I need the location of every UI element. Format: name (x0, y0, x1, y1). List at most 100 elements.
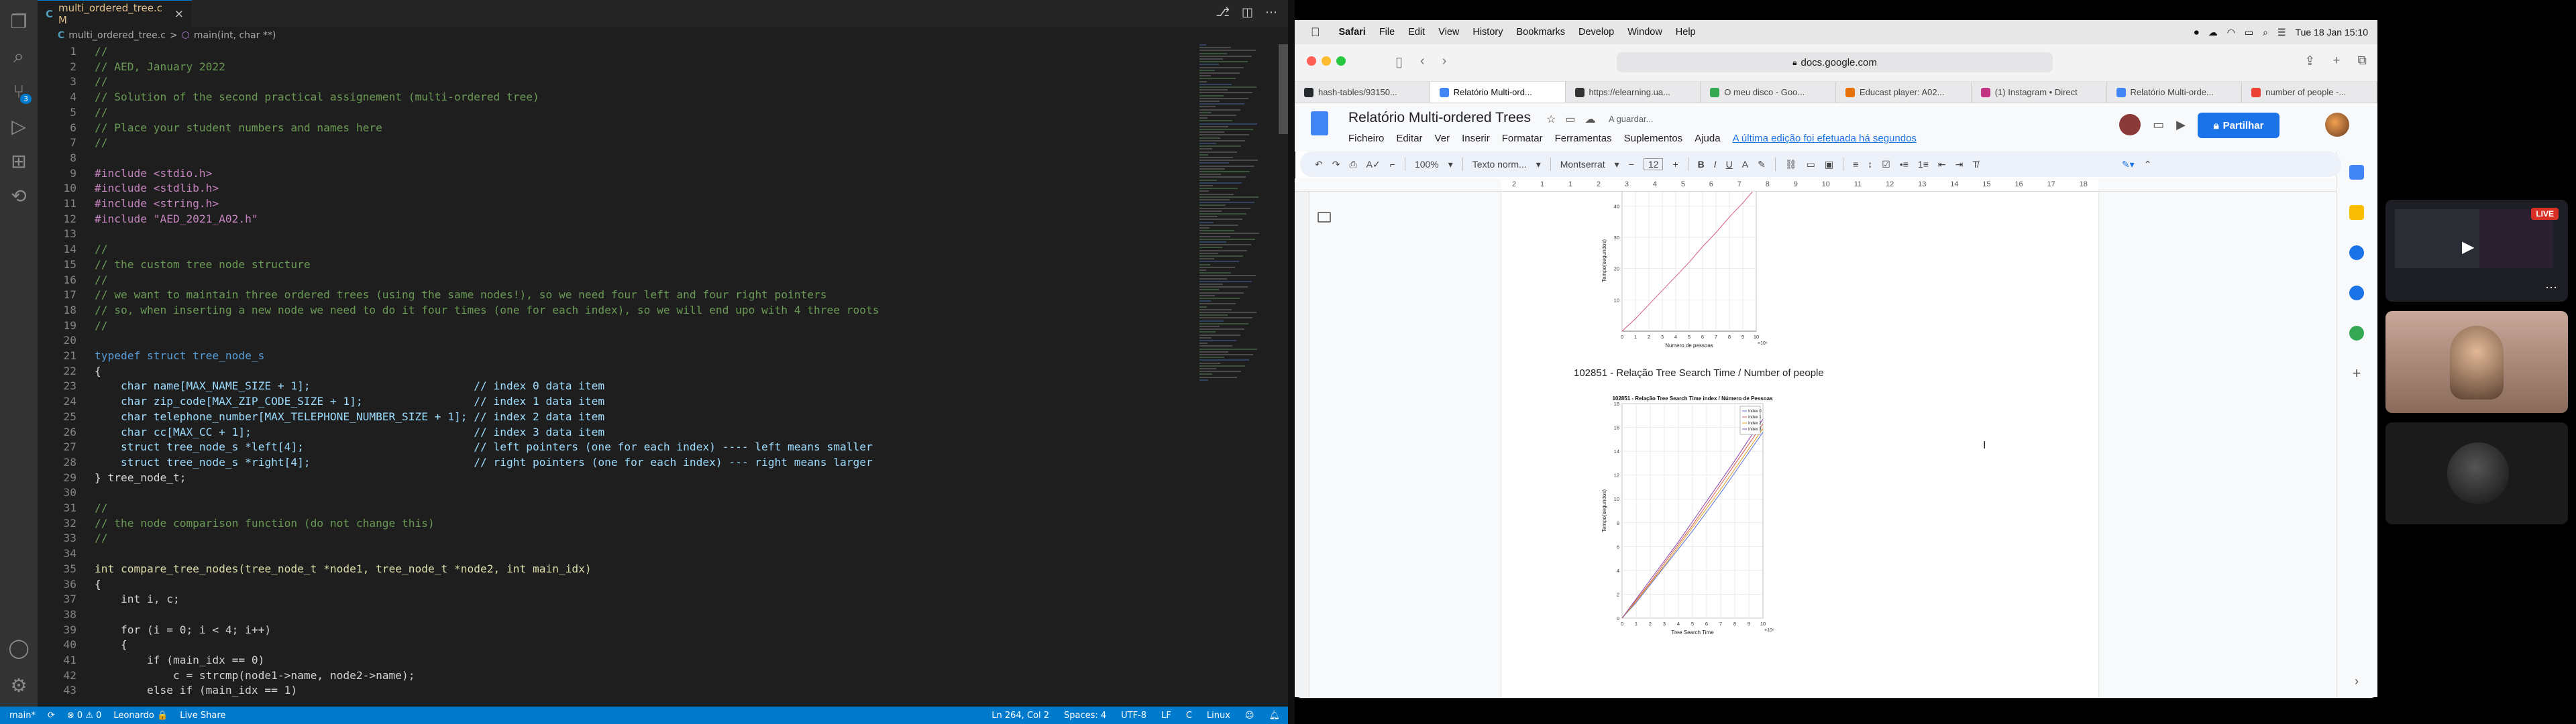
menu-file[interactable]: File (1373, 27, 1401, 38)
code-line[interactable]: char zip_code[MAX_ZIP_CODE_SIZE + 1]; //… (95, 394, 604, 410)
search-icon[interactable]: ⌕ (0, 38, 38, 75)
italic-icon[interactable]: I (1714, 159, 1717, 170)
more-icon[interactable]: ⋯ (2545, 281, 2557, 295)
print-icon[interactable]: ⎙ (1349, 159, 1356, 170)
code-line[interactable]: int compare_tree_nodes(tree_node_t *node… (95, 562, 592, 577)
last-edit-link[interactable]: A última edição foi efetuada há segundos (1733, 133, 1917, 144)
split-editor-icon[interactable]: ◫ (1242, 5, 1253, 19)
decrease-indent-icon[interactable]: ⇤ (1938, 159, 1946, 170)
code-line[interactable]: { (95, 638, 127, 653)
clear-format-icon[interactable]: T̸ (1972, 159, 1978, 170)
cloud-status-icon[interactable]: ☁ (1585, 113, 1595, 126)
code-line[interactable]: else if (main_idx == 1) (95, 683, 297, 699)
breadcrumb-symbol[interactable]: main(int, char **) (194, 30, 276, 41)
code-line[interactable]: // (95, 105, 108, 121)
branch-icon[interactable]: ⎇ (1216, 5, 1230, 19)
menu-bookmarks[interactable]: Bookmarks (1509, 27, 1572, 38)
settings-icon[interactable]: ⚙ (0, 666, 38, 704)
collaborator-avatar[interactable] (2119, 114, 2141, 135)
user-avatar[interactable] (2325, 113, 2349, 137)
style-select[interactable]: Texto norm... (1472, 159, 1527, 170)
safari-tab[interactable]: O meu disco - Goo... (1701, 82, 1836, 103)
code-line[interactable]: // (95, 44, 108, 60)
menu-suplementos[interactable]: Suplementos (1624, 133, 1683, 144)
menu-ajuda[interactable]: Ajuda (1695, 133, 1720, 144)
align-icon[interactable]: ≡ (1853, 159, 1858, 170)
status-language[interactable]: C (1186, 711, 1192, 721)
close-icon[interactable]: × (174, 7, 184, 21)
menu-ver[interactable]: Ver (1435, 133, 1450, 144)
highlight-icon[interactable]: ✎ (1758, 159, 1766, 170)
code-line[interactable]: struct tree_node_s *right[4]; // right p… (95, 455, 873, 471)
code-line[interactable]: // (95, 501, 108, 516)
clock[interactable]: Tue 18 Jan 15:10 (2296, 27, 2368, 38)
account-icon[interactable]: ◯ (0, 629, 38, 666)
status-encoding[interactable]: UTF-8 (1121, 711, 1146, 721)
undo-icon[interactable]: ↶ (1315, 159, 1323, 170)
menu-history[interactable]: History (1466, 27, 1509, 38)
code-line[interactable]: // AED, January 2022 (95, 60, 225, 75)
code-line[interactable]: // the node comparison function (do not … (95, 516, 435, 532)
insert-comment-icon[interactable]: ▭ (1807, 159, 1815, 170)
comment-icon[interactable]: ▭ (2153, 118, 2164, 132)
code-line[interactable]: // we want to maintain three ordered tre… (95, 288, 827, 303)
apple-icon[interactable]:  (1295, 25, 1332, 40)
safari-tab[interactable]: Educast player: A02... (1836, 82, 1972, 103)
menu-ferramentas[interactable]: Ferramentas (1555, 133, 1612, 144)
code-line[interactable]: // (95, 242, 108, 257)
code-line[interactable]: // (95, 273, 108, 288)
code-line[interactable]: char name[MAX_NAME_SIZE + 1]; // index 0… (95, 379, 604, 394)
bullet-list-icon[interactable]: •≡ (1900, 159, 1909, 170)
code-line[interactable]: typedef struct tree_node_s (95, 349, 264, 364)
code-line[interactable]: { (95, 577, 101, 593)
menu-inserir[interactable]: Inserir (1462, 133, 1490, 144)
status-os[interactable]: Linux (1207, 711, 1230, 721)
menu-formatar[interactable]: Formatar (1502, 133, 1543, 144)
safari-tab[interactable]: Relatório Multi-orde... (2107, 82, 2243, 103)
safari-tab[interactable]: number of people -... (2242, 82, 2377, 103)
font-size-increase[interactable]: + (1672, 159, 1678, 170)
code-line[interactable]: // (95, 74, 108, 90)
minimap[interactable] (1194, 44, 1279, 406)
font-size-input[interactable]: 12 (1643, 158, 1664, 170)
code-line[interactable]: // Solution of the second practical assi… (95, 90, 539, 105)
doc-page[interactable]: 0 1 2 3 4 5 6 7 8 9 10 10 20 30 40 ×10⁶ Numero de pessoa… (1501, 192, 2098, 697)
share-button[interactable]: 🔒︎ Partilhar (2198, 113, 2279, 138)
bold-icon[interactable]: B (1698, 159, 1705, 170)
safari-tab[interactable]: https://elearning.ua... (1566, 82, 1701, 103)
code-line[interactable]: #include "AED_2021_A02.h" (95, 212, 258, 227)
wifi-icon[interactable]: ◠ (2227, 27, 2235, 38)
screen-share-tile[interactable]: LIVE ▶ ⋯ (2385, 200, 2568, 302)
code-line[interactable]: // (95, 135, 108, 151)
editing-mode-icon[interactable]: ✎▾ (2122, 159, 2135, 170)
code-line[interactable]: for (i = 0; i < 4; i++) (95, 623, 271, 638)
doc-title[interactable]: Relatório Multi-ordered Trees (1348, 110, 1531, 126)
remote-icon[interactable]: ⟲ (0, 177, 38, 215)
status-spaces[interactable]: Spaces: 4 (1064, 711, 1106, 721)
status-live-share[interactable]: Live Share (180, 711, 225, 721)
code-line[interactable]: { (95, 364, 101, 379)
share-icon[interactable]: ⇪ (2304, 54, 2315, 69)
tasks-icon[interactable] (2349, 245, 2364, 260)
text-color-icon[interactable]: A (1742, 159, 1748, 170)
code-line[interactable]: #include <string.h> (95, 196, 219, 212)
expand-icon[interactable]: › (2349, 674, 2364, 689)
outline-icon[interactable] (1318, 212, 1331, 223)
bell-icon[interactable]: 🔔︎ (1269, 711, 1280, 721)
redo-icon[interactable]: ↷ (1332, 159, 1340, 170)
minimize-window-button[interactable] (1322, 56, 1331, 66)
sync-icon[interactable]: ⟳ (48, 711, 55, 721)
font-size-decrease[interactable]: − (1629, 159, 1634, 170)
link-icon[interactable]: ⛓ (1785, 159, 1797, 170)
new-tab-icon[interactable]: + (2332, 54, 2340, 69)
move-icon[interactable]: ▭ (1565, 113, 1575, 126)
participant-video-tile[interactable] (2385, 311, 2568, 413)
code-line[interactable]: if (main_idx == 0) (95, 653, 264, 668)
sidebar-icon[interactable]: ▯ (1395, 54, 1403, 70)
code-line[interactable]: // so, when inserting a new node we need… (95, 303, 879, 318)
participant-avatar-tile[interactable] (2385, 422, 2568, 524)
more-icon[interactable]: ⋯ (1265, 5, 1277, 19)
cloud-icon[interactable]: ☁ (2208, 27, 2218, 38)
menu-editar[interactable]: Editar (1396, 133, 1422, 144)
control-center-icon[interactable]: ☰ (2277, 27, 2286, 38)
